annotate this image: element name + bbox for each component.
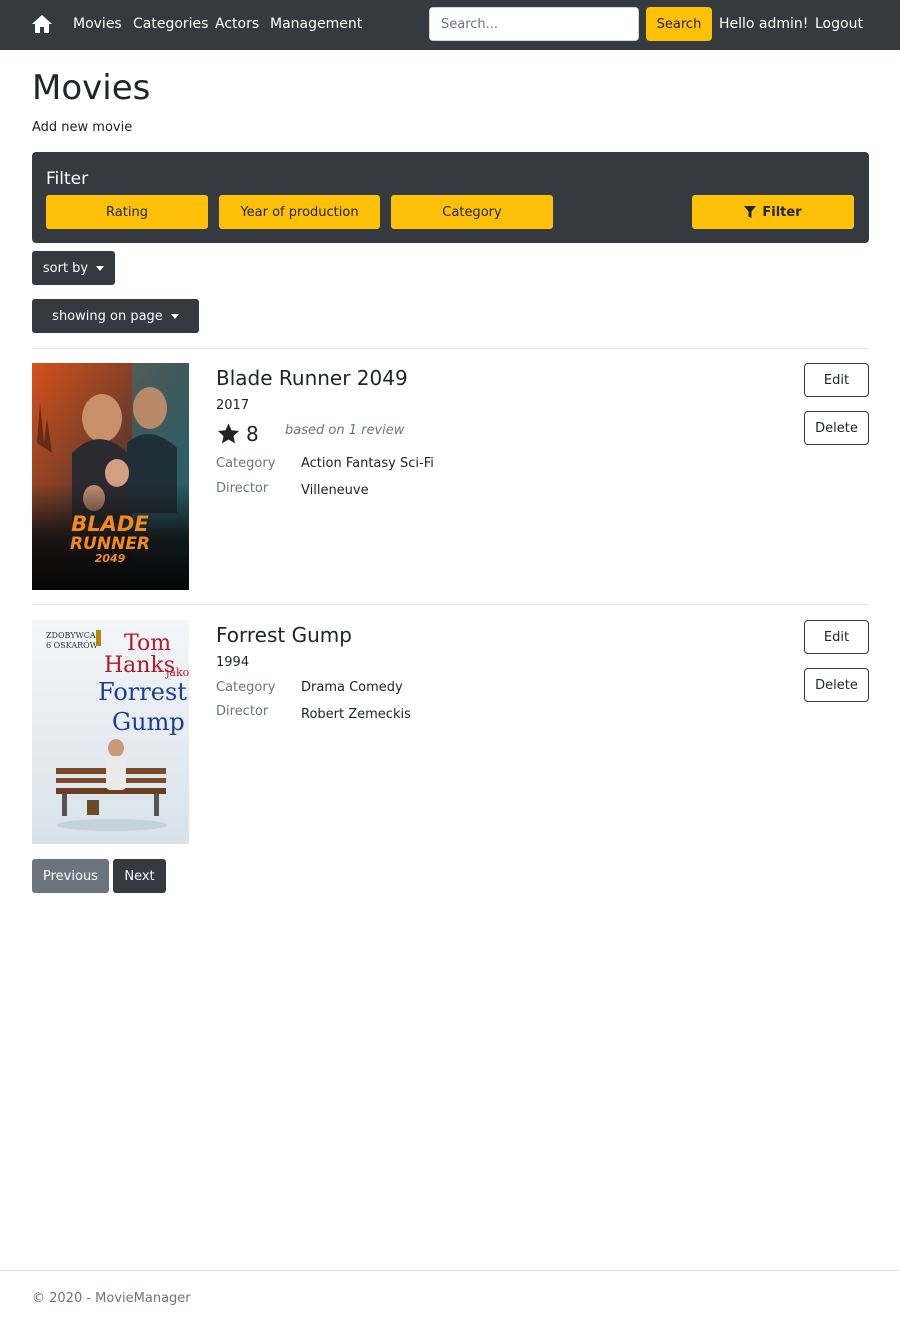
movie-title[interactable]: Forrest Gump <box>216 623 352 647</box>
showing-on-page-dropdown[interactable]: showing on page <box>32 299 199 333</box>
previous-page-button[interactable]: Previous <box>32 859 109 893</box>
filter-category-button[interactable]: Category <box>391 195 553 229</box>
filter-title: Filter <box>46 169 89 189</box>
divider <box>32 348 869 349</box>
divider <box>32 604 869 605</box>
poster-actor-last: Hanks <box>104 653 175 678</box>
filter-year-button[interactable]: Year of production <box>219 195 380 229</box>
movie-title[interactable]: Blade Runner 2049 <box>216 366 408 390</box>
category-label: Category <box>216 680 276 695</box>
sort-by-label: sort by <box>42 260 89 276</box>
poster-image: ZDOBYWCA 6 OSKARÓW Tom Hanks jako Forres… <box>32 620 189 844</box>
sort-by-dropdown[interactable]: sort by <box>32 251 115 285</box>
nav-categories[interactable]: Categories <box>133 16 208 32</box>
footer-divider <box>0 1270 900 1271</box>
poster-title-line1: Forrest <box>98 678 187 706</box>
filter-rating-button[interactable]: Rating <box>46 195 208 229</box>
search-input[interactable] <box>429 7 639 41</box>
next-page-button[interactable]: Next <box>113 859 166 893</box>
nav-movies[interactable]: Movies <box>73 16 122 32</box>
rating-note: based on 1 review <box>285 423 405 438</box>
director-label: Director <box>216 481 269 496</box>
category-label: Category <box>216 456 276 471</box>
funnel-icon <box>744 205 757 218</box>
user-greeting: Hello admin! <box>719 16 809 32</box>
caret-down-icon <box>96 265 105 271</box>
category-value: Action Fantasy Sci-Fi <box>301 456 434 471</box>
showing-on-page-label: showing on page <box>52 308 163 324</box>
nav-management[interactable]: Management <box>270 16 362 32</box>
movie-poster-forrest-gump[interactable]: ZDOBYWCA 6 OSKARÓW Tom Hanks jako Forres… <box>32 620 189 844</box>
director-label: Director <box>216 704 269 719</box>
poster-title-line2: RUNNER <box>70 534 150 554</box>
poster-award-line1: ZDOBYWCA <box>46 631 96 640</box>
footer-copyright: © 2020 - MovieManager <box>32 1291 191 1306</box>
edit-button[interactable]: Edit <box>804 363 869 397</box>
navbar: Movies Categories Actors Management Sear… <box>0 0 900 50</box>
category-value: Drama Comedy <box>301 680 403 695</box>
star-icon <box>218 423 239 444</box>
poster-title-line3: 2049 <box>95 552 126 565</box>
page-title: Movies <box>32 68 151 108</box>
director-value: Robert Zemeckis <box>301 707 411 722</box>
poster-image: BLADE RUNNER 2049 <box>32 363 189 590</box>
logout-link[interactable]: Logout <box>815 16 863 32</box>
home-icon[interactable] <box>31 14 53 34</box>
search-button[interactable]: Search <box>646 7 712 41</box>
poster-award-line2: 6 OSKARÓW <box>46 641 99 650</box>
delete-button[interactable]: Delete <box>804 668 869 702</box>
poster-title-line1: BLADE <box>71 512 149 536</box>
poster-title-line2: Gump <box>112 708 185 736</box>
delete-button[interactable]: Delete <box>804 411 869 445</box>
rating-value: 8 <box>246 422 259 446</box>
movie-poster-blade-runner[interactable]: BLADE RUNNER 2049 <box>32 363 189 590</box>
movie-year: 1994 <box>216 655 250 670</box>
filter-submit-button[interactable]: Filter <box>692 195 854 229</box>
director-value: Villeneuve <box>301 483 369 498</box>
filter-panel: Filter Rating Year of production Categor… <box>32 152 869 243</box>
add-movie-link[interactable]: Add new movie <box>32 120 132 135</box>
caret-down-icon <box>170 313 179 319</box>
nav-actors[interactable]: Actors <box>215 16 259 32</box>
edit-button[interactable]: Edit <box>804 620 869 654</box>
filter-submit-label: Filter <box>762 204 802 220</box>
movie-year: 2017 <box>216 398 250 413</box>
